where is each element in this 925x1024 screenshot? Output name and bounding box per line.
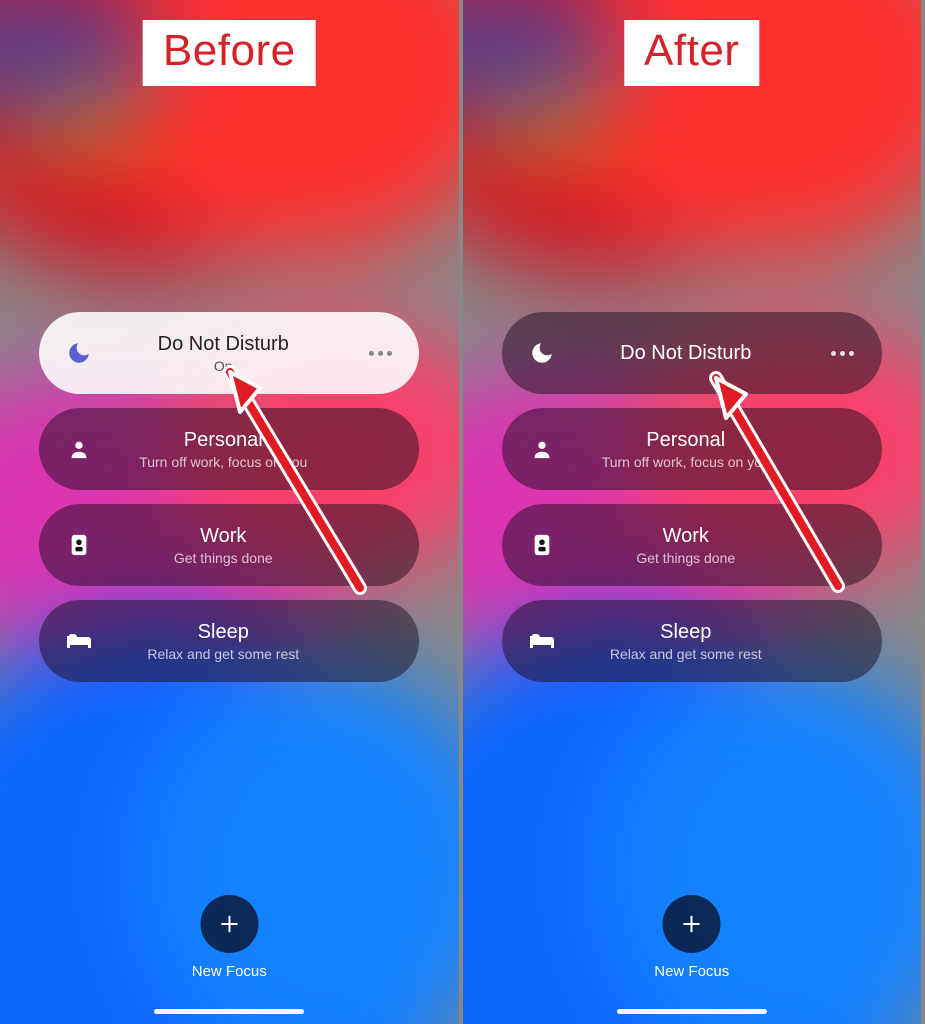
plus-icon (663, 895, 721, 953)
more-options-icon[interactable] (826, 351, 860, 356)
focus-title: Work (200, 525, 246, 548)
focus-item-sleep[interactable]: Sleep Relax and get some rest (502, 600, 882, 682)
focus-item-personal[interactable]: Personal Turn off work, focus on you (39, 408, 419, 490)
panel-after: After Do Not Disturb Personal Turn off w… (463, 0, 925, 1024)
focus-title: Do Not Disturb (620, 342, 751, 365)
focus-item-do-not-disturb[interactable]: Do Not Disturb On (39, 312, 419, 394)
focus-item-work[interactable]: Work Get things done (502, 504, 882, 586)
new-focus-label: New Focus (654, 963, 729, 980)
focus-item-sleep[interactable]: Sleep Relax and get some rest (39, 600, 419, 682)
focus-title: Sleep (198, 621, 249, 644)
focus-mode-list: Do Not Disturb On Personal Turn off work… (39, 312, 419, 682)
focus-title: Personal (646, 429, 725, 452)
focus-item-work[interactable]: Work Get things done (39, 504, 419, 586)
focus-title: Do Not Disturb (158, 333, 289, 356)
focus-subtitle: Get things done (636, 550, 735, 566)
focus-subtitle: Relax and get some rest (147, 646, 299, 662)
plus-icon (200, 895, 258, 953)
panel-before: Before Do Not Disturb On Personal Turn o… (0, 0, 463, 1024)
home-indicator[interactable] (617, 1009, 767, 1014)
home-indicator[interactable] (154, 1009, 304, 1014)
focus-mode-list: Do Not Disturb Personal Turn off work, f… (502, 312, 882, 682)
focus-item-personal[interactable]: Personal Turn off work, focus on you (502, 408, 882, 490)
focus-item-do-not-disturb[interactable]: Do Not Disturb (502, 312, 882, 394)
before-label: Before (143, 20, 316, 86)
focus-subtitle: Turn off work, focus on you (139, 454, 307, 470)
focus-title: Work (663, 525, 709, 548)
focus-subtitle: Get things done (174, 550, 273, 566)
focus-title: Sleep (660, 621, 711, 644)
new-focus-button[interactable]: New Focus (192, 895, 267, 980)
focus-subtitle: Relax and get some rest (610, 646, 762, 662)
new-focus-label: New Focus (192, 963, 267, 980)
new-focus-button[interactable]: New Focus (654, 895, 729, 980)
focus-subtitle: Turn off work, focus on you (602, 454, 770, 470)
after-label: After (624, 20, 759, 86)
focus-status: On (214, 358, 233, 374)
more-options-icon[interactable] (363, 351, 397, 356)
focus-title: Personal (184, 429, 263, 452)
